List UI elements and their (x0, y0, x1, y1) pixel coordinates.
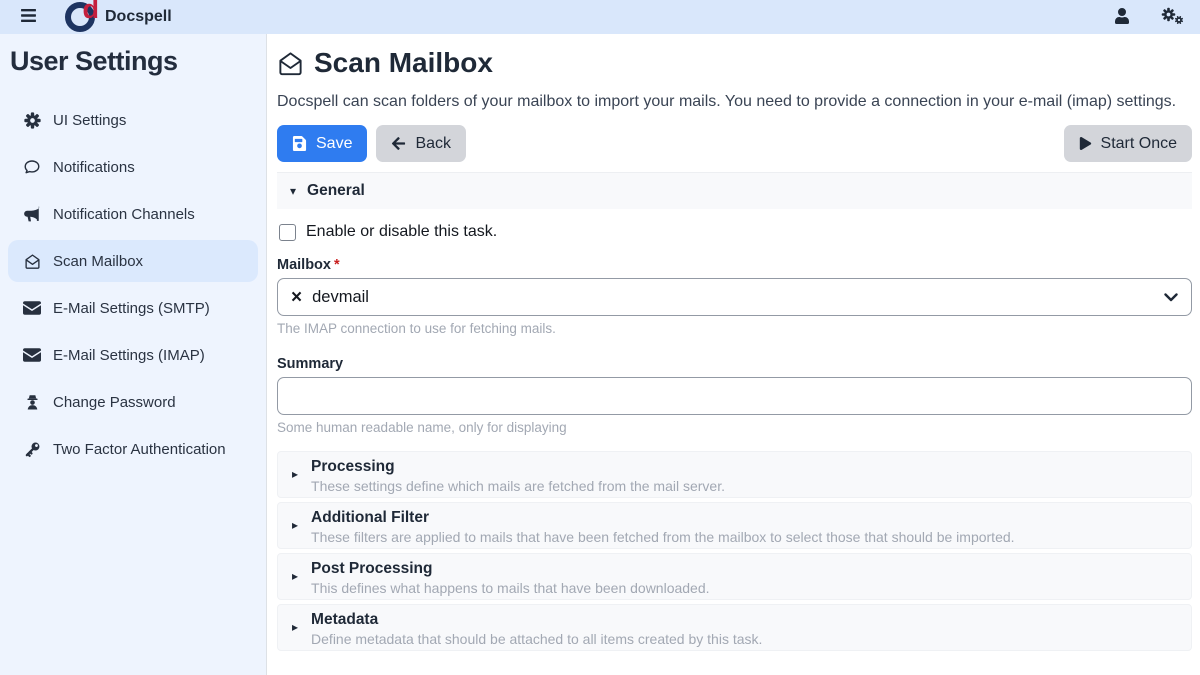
mailbox-select[interactable]: × devmail (277, 278, 1192, 316)
app-name[interactable]: Docspell (105, 8, 172, 26)
hamburger-icon (20, 7, 37, 27)
user-secret-icon (22, 394, 42, 410)
envelope-open-icon (277, 50, 304, 77)
arrow-left-icon (391, 136, 406, 151)
enable-task-row: Enable or disable this task. (279, 223, 1192, 241)
section-title: Processing (311, 458, 725, 476)
caret-right-icon: ▸ (292, 620, 298, 644)
caret-right-icon: ▸ (292, 467, 298, 491)
section-description: This defines what happens to mails that … (311, 580, 710, 596)
settings-button[interactable] (1160, 6, 1184, 28)
enable-task-label: Enable or disable this task. (306, 223, 497, 241)
key-icon (22, 441, 42, 458)
play-icon (1079, 137, 1092, 150)
action-bar: Save Back Start Once (277, 125, 1192, 162)
sidebar-item-notifications[interactable]: Notifications (8, 146, 258, 188)
sidebar-item-scan-mailbox[interactable]: Scan Mailbox (8, 240, 258, 282)
general-section-header[interactable]: ▾ General (277, 172, 1192, 209)
mailbox-label: Mailbox* (277, 257, 1192, 273)
required-mark: * (334, 257, 340, 273)
caret-right-icon: ▸ (292, 518, 298, 542)
save-button-label: Save (316, 135, 352, 153)
summary-label: Summary (277, 356, 1192, 372)
section-post-processing[interactable]: ▸ Post Processing This defines what happ… (277, 553, 1192, 600)
sidebar-item-label: Notifications (53, 159, 135, 176)
cogs-icon (1160, 6, 1184, 28)
save-button[interactable]: Save (277, 125, 367, 162)
topbar: d Docspell (0, 0, 1200, 34)
bullhorn-icon (22, 206, 42, 222)
account-button[interactable] (1114, 8, 1130, 27)
caret-down-icon: ▾ (290, 184, 296, 198)
sidebar-title: User Settings (8, 46, 258, 77)
sidebar-item-label: E-Mail Settings (IMAP) (53, 347, 205, 364)
section-description: Define metadata that should be attached … (311, 631, 762, 647)
main-content: Scan Mailbox Docspell can scan folders o… (266, 34, 1200, 675)
sidebar-item-label: Notification Channels (53, 206, 195, 223)
envelope-open-icon (22, 253, 42, 270)
section-additional-filter[interactable]: ▸ Additional Filter These filters are ap… (277, 502, 1192, 549)
mailbox-select-value: devmail (312, 288, 369, 307)
back-button[interactable]: Back (376, 125, 466, 162)
section-title: Additional Filter (311, 509, 1015, 527)
page-description: Docspell can scan folders of your mailbo… (277, 88, 1192, 115)
clear-icon[interactable]: × (291, 288, 302, 307)
chevron-down-icon[interactable] (1164, 293, 1178, 302)
sidebar-item-label: Two Factor Authentication (53, 441, 226, 458)
sidebar-item-two-factor[interactable]: Two Factor Authentication (8, 428, 258, 470)
sidebar-item-label: UI Settings (53, 112, 126, 129)
sidebar-item-email-smtp[interactable]: E-Mail Settings (SMTP) (8, 287, 258, 329)
docspell-logo-icon: d (65, 2, 95, 32)
caret-right-icon: ▸ (292, 569, 298, 593)
menu-button[interactable] (16, 3, 41, 31)
start-once-button[interactable]: Start Once (1064, 125, 1192, 162)
enable-task-checkbox[interactable] (279, 224, 296, 241)
section-description: These settings define which mails are fe… (311, 478, 725, 494)
summary-help: Some human readable name, only for displ… (277, 420, 1192, 435)
envelope-icon (22, 348, 42, 362)
page-title-text: Scan Mailbox (314, 46, 493, 80)
section-title: Post Processing (311, 560, 710, 578)
gear-icon (22, 112, 42, 129)
section-metadata[interactable]: ▸ Metadata Define metadata that should b… (277, 604, 1192, 651)
section-description: These filters are applied to mails that … (311, 529, 1015, 545)
mailbox-help: The IMAP connection to use for fetching … (277, 321, 1192, 336)
general-section-label: General (307, 182, 365, 200)
sidebar-item-email-imap[interactable]: E-Mail Settings (IMAP) (8, 334, 258, 376)
sidebar-item-label: Change Password (53, 394, 176, 411)
collapsed-sections: ▸ Processing These settings define which… (277, 451, 1192, 651)
save-icon (292, 136, 307, 151)
back-button-label: Back (415, 135, 451, 153)
sidebar: User Settings UI Settings (0, 34, 266, 675)
sidebar-item-label: Scan Mailbox (53, 253, 143, 270)
start-once-button-label: Start Once (1101, 135, 1177, 153)
sidebar-item-notification-channels[interactable]: Notification Channels (8, 193, 258, 235)
user-icon (1114, 8, 1130, 27)
comment-icon (22, 158, 42, 176)
sidebar-item-label: E-Mail Settings (SMTP) (53, 300, 210, 317)
section-processing[interactable]: ▸ Processing These settings define which… (277, 451, 1192, 498)
summary-input[interactable] (277, 377, 1192, 415)
envelope-icon (22, 301, 42, 315)
section-title: Metadata (311, 611, 762, 629)
sidebar-item-ui-settings[interactable]: UI Settings (8, 99, 258, 141)
sidebar-item-change-password[interactable]: Change Password (8, 381, 258, 423)
page-title: Scan Mailbox (277, 46, 1192, 80)
mailbox-label-text: Mailbox (277, 257, 331, 273)
